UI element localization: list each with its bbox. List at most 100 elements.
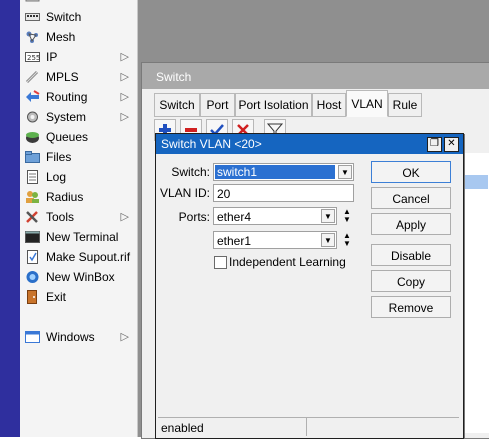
vlan-id-input[interactable]: 20 bbox=[213, 184, 354, 202]
routing-icon bbox=[26, 90, 40, 102]
menu-item-make-supout[interactable]: Make Supout.rif bbox=[20, 247, 137, 267]
menu-item-routing[interactable]: Routing ▷ bbox=[20, 87, 137, 107]
vlan-id-value: 20 bbox=[217, 187, 231, 201]
menu-item-exit[interactable]: Exit bbox=[20, 287, 137, 307]
switch-icon bbox=[25, 13, 40, 21]
menu-label: Routing bbox=[46, 90, 88, 104]
menu-item-new-terminal[interactable]: New Terminal bbox=[20, 227, 137, 247]
table-row[interactable] bbox=[460, 175, 488, 189]
log-icon bbox=[27, 170, 38, 184]
independent-learning-label: Independent Learning bbox=[229, 255, 346, 269]
tab-host[interactable]: Host bbox=[312, 93, 346, 117]
tab-rule[interactable]: Rule bbox=[388, 93, 422, 117]
menu-label: Mesh bbox=[46, 30, 76, 44]
menu-item-mpls[interactable]: MPLS ▷ bbox=[20, 67, 137, 87]
submenu-arrow-icon: ▷ bbox=[120, 331, 129, 343]
dropdown-arrow-icon[interactable]: ▼ bbox=[338, 165, 352, 179]
button-label: Remove bbox=[388, 301, 434, 315]
supout-icon bbox=[27, 250, 38, 264]
cancel-button[interactable]: Cancel bbox=[371, 187, 451, 209]
mesh-icon bbox=[26, 31, 38, 43]
mpls-icon bbox=[25, 70, 39, 84]
tab-label: VLAN bbox=[351, 97, 383, 111]
switch-label: Switch: bbox=[171, 165, 210, 179]
status-cell: enabled bbox=[158, 418, 307, 436]
reorder-arrows-icon[interactable]: ▲ ▼ bbox=[342, 232, 352, 248]
menu-item-files[interactable]: Files bbox=[20, 147, 137, 167]
menu-item-log[interactable]: Log bbox=[20, 167, 137, 187]
dialog-titlebar[interactable]: Switch VLAN <20> ❐ ✕ bbox=[156, 134, 463, 154]
menu-item-windows[interactable]: Windows ▷ bbox=[20, 327, 137, 347]
vlan-list bbox=[460, 153, 489, 433]
status-bar: enabled bbox=[158, 417, 459, 437]
restore-window-icon[interactable]: ❐ bbox=[427, 137, 442, 152]
remove-button[interactable]: Remove bbox=[371, 296, 451, 318]
menu-item-new-winbox[interactable]: New WinBox bbox=[20, 267, 137, 287]
tab-label: Port bbox=[206, 98, 229, 112]
dropdown-arrow-icon[interactable]: ▼ bbox=[321, 233, 335, 247]
menu-item-tools[interactable]: Tools ▷ bbox=[20, 207, 137, 227]
submenu-arrow-icon: ▷ bbox=[120, 91, 129, 103]
menu-item-system[interactable]: System ▷ bbox=[20, 107, 137, 127]
tab-vlan[interactable]: VLAN bbox=[346, 90, 388, 117]
menu-item-switch[interactable]: Switch bbox=[20, 7, 137, 27]
switch-window-titlebar[interactable]: Switch bbox=[142, 63, 489, 89]
close-icon[interactable]: ✕ bbox=[444, 137, 459, 152]
copy-button[interactable]: Copy bbox=[371, 270, 451, 292]
ip-icon: 255 bbox=[25, 52, 40, 62]
system-icon bbox=[27, 111, 38, 123]
files-icon bbox=[25, 151, 40, 163]
menu-item-ip[interactable]: 255 IP ▷ bbox=[20, 47, 137, 67]
tab-label: Rule bbox=[392, 98, 418, 112]
menu-item-mesh[interactable]: Mesh bbox=[20, 27, 137, 47]
menu-label: System bbox=[46, 110, 87, 124]
terminal-icon bbox=[25, 231, 40, 243]
tab-label: Port Isolation bbox=[238, 98, 309, 112]
button-label: Copy bbox=[396, 275, 425, 289]
button-label: Disable bbox=[390, 249, 432, 263]
reorder-arrows-icon[interactable]: ▲ ▼ bbox=[342, 208, 352, 224]
interfaces-icon bbox=[25, 0, 40, 2]
port-select-2[interactable]: ether1 ▼ bbox=[213, 231, 337, 249]
ok-button[interactable]: OK bbox=[371, 161, 451, 183]
tab-switch[interactable]: Switch bbox=[154, 93, 200, 117]
ports-label: Ports: bbox=[178, 210, 210, 224]
menu-label: Windows bbox=[46, 330, 95, 344]
svg-text:255: 255 bbox=[27, 54, 40, 62]
button-label: Apply bbox=[395, 218, 427, 232]
tab-port[interactable]: Port bbox=[200, 93, 235, 117]
queues-icon bbox=[26, 132, 39, 143]
submenu-arrow-icon: ▷ bbox=[120, 51, 129, 63]
independent-learning-checkbox[interactable] bbox=[214, 256, 227, 269]
status-text: enabled bbox=[161, 421, 204, 435]
tab-label: Host bbox=[316, 98, 342, 112]
button-label: OK bbox=[402, 166, 420, 180]
menu-label: Tools bbox=[46, 210, 75, 224]
windows-icon bbox=[25, 331, 40, 343]
menu-label: Exit bbox=[46, 290, 67, 304]
winbox-icon bbox=[26, 271, 39, 283]
menu-item-partial[interactable] bbox=[20, 0, 137, 6]
dialog-title: Switch VLAN <20> bbox=[161, 137, 262, 151]
menu-label: Queues bbox=[46, 130, 89, 144]
dropdown-arrow-icon[interactable]: ▼ bbox=[321, 209, 335, 223]
tab-port-isolation[interactable]: Port Isolation bbox=[235, 93, 312, 117]
main-menu: Switch Mesh 255 IP ▷ MPLS ▷ Routing ▷ Sy… bbox=[20, 0, 138, 437]
vlan-id-label: VLAN ID: bbox=[160, 186, 211, 200]
menu-item-queues[interactable]: Queues bbox=[20, 127, 137, 147]
menu-label: Switch bbox=[46, 10, 82, 24]
menu-label: Log bbox=[46, 170, 67, 184]
menu-label: MPLS bbox=[46, 70, 79, 84]
tools-icon bbox=[26, 211, 38, 223]
submenu-arrow-icon: ▷ bbox=[120, 71, 129, 83]
disable-button[interactable]: Disable bbox=[371, 244, 451, 266]
exit-icon bbox=[27, 290, 37, 304]
tab-label: Switch bbox=[159, 98, 195, 112]
switch-select-value: switch1 bbox=[215, 165, 335, 179]
port-select-1[interactable]: ether4 ▼ bbox=[213, 207, 337, 225]
menu-label: Make Supout.rif bbox=[46, 250, 131, 264]
switch-select[interactable]: switch1 ▼ bbox=[213, 163, 354, 181]
apply-button[interactable]: Apply bbox=[371, 213, 451, 235]
switch-vlan-dialog: Switch VLAN <20> ❐ ✕ Switch: switch1 ▼ V… bbox=[155, 133, 464, 439]
menu-item-radius[interactable]: Radius bbox=[20, 187, 137, 207]
